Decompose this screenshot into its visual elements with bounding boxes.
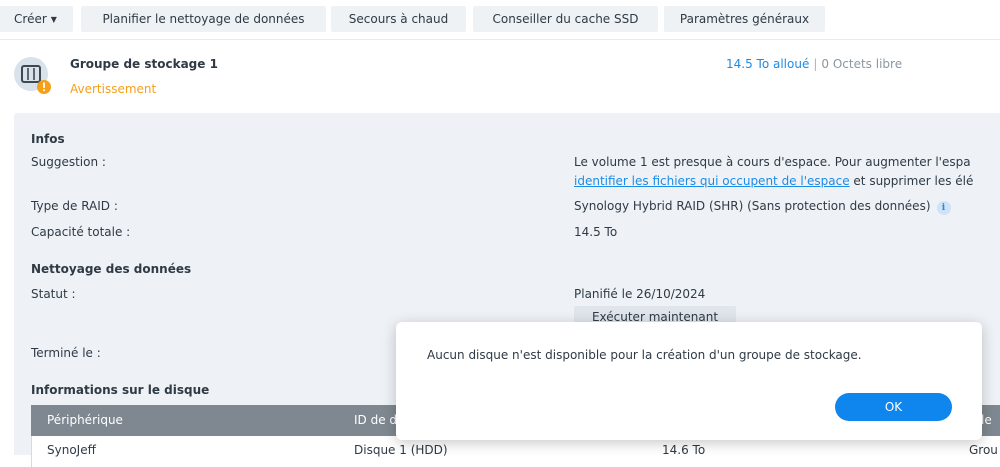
storage-pool-status: Avertissement: [70, 82, 157, 96]
storage-pool-title: Groupe de stockage 1: [70, 57, 218, 71]
create-button-label: Créer: [14, 12, 47, 26]
cell-size: 14.6 To: [662, 443, 706, 457]
create-button[interactable]: Créer ▼: [0, 6, 73, 32]
cell-pool: Grou: [969, 443, 998, 457]
schedule-scrub-button[interactable]: Planifier le nettoyage de données: [81, 6, 326, 32]
storage-pool-icon: [14, 57, 51, 94]
column-header-device[interactable]: Périphérique: [47, 405, 123, 436]
dialog-message: Aucun disque n'est disponible pour la cr…: [427, 348, 862, 362]
finished-label: Terminé le :: [31, 346, 101, 360]
caret-down-icon: ▼: [50, 15, 57, 24]
hot-spare-button[interactable]: Secours à chaud: [331, 6, 466, 32]
column-header-disk-id[interactable]: ID de d: [354, 405, 397, 436]
raid-type-value: Synology Hybrid RAID (SHR) (Sans protect…: [574, 199, 951, 215]
info-icon[interactable]: i: [936, 201, 951, 215]
suggestion-label: Suggestion :: [31, 155, 106, 169]
allocated-link[interactable]: 14.5 To alloué: [726, 57, 809, 71]
suggestion-text-line2: identifier les fichiers qui occupent de …: [574, 174, 973, 188]
cell-device: SynoJeff: [47, 443, 96, 457]
ok-button[interactable]: OK: [835, 393, 952, 421]
free-space: 0 Octets libre: [821, 57, 903, 71]
disk-info-section-title: Informations sur le disque: [31, 383, 210, 397]
global-settings-button[interactable]: Paramètres généraux: [664, 6, 825, 32]
raid-type-label: Type de RAID :: [31, 199, 118, 213]
toolbar: Créer ▼ Planifier le nettoyage de données…: [0, 0, 1000, 40]
global-settings-label: Paramètres généraux: [679, 12, 810, 26]
ssd-cache-advisor-button[interactable]: Conseiller du cache SSD: [473, 6, 658, 32]
scrub-status-value: Planifié le 26/10/2024: [574, 287, 706, 301]
suggestion-text: Le volume 1 est presque à cours d'espace…: [574, 155, 971, 169]
scrub-status-label: Statut :: [31, 287, 76, 301]
allocation-summary: 14.5 To alloué | 0 Octets libre: [726, 57, 902, 71]
table-row[interactable]: SynoJeff Disque 1 (HDD) 14.6 To Grou: [31, 436, 1000, 467]
suggestion-text-rest: et supprimer les élé: [849, 174, 974, 188]
schedule-scrub-label: Planifier le nettoyage de données: [102, 12, 305, 26]
total-capacity-label: Capacité totale :: [31, 225, 131, 239]
hot-spare-label: Secours à chaud: [348, 12, 449, 26]
ssd-cache-advisor-label: Conseiller du cache SSD: [492, 12, 639, 26]
total-capacity-value: 14.5 To: [574, 225, 618, 239]
scrub-section-title: Nettoyage des données: [31, 262, 192, 276]
cell-disk-id: Disque 1 (HDD): [354, 443, 448, 457]
allocation-separator: |: [813, 57, 818, 71]
raid-type-text: Synology Hybrid RAID (SHR) (Sans protect…: [574, 199, 931, 213]
info-section-title: Infos: [31, 132, 65, 146]
identify-files-link[interactable]: identifier les fichiers qui occupent de …: [574, 174, 850, 188]
column-header-pool[interactable]: le: [981, 405, 992, 436]
alert-dialog: Aucun disque n'est disponible pour la cr…: [396, 322, 982, 440]
